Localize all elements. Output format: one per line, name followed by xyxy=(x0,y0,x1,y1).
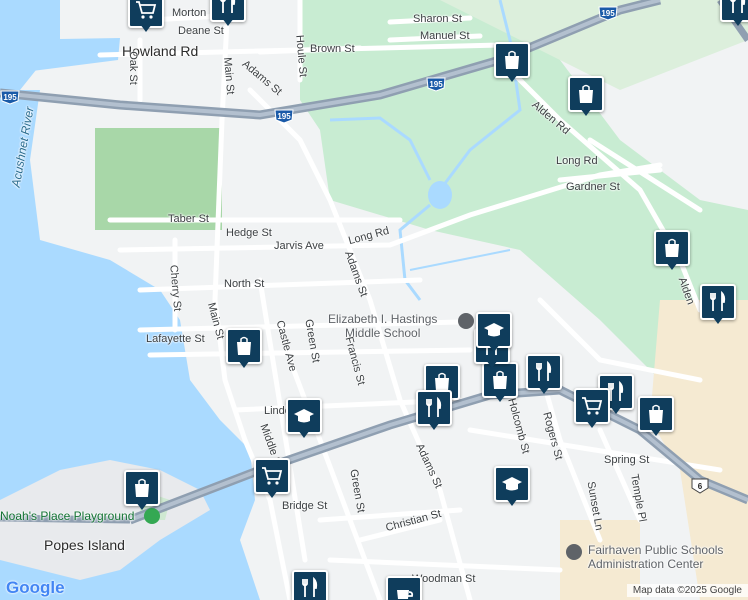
i195-shield-left: 195 xyxy=(274,108,294,124)
restaurant-icon[interactable] xyxy=(720,0,748,28)
street-label-sharon: Sharon St xyxy=(413,13,462,25)
park-label-playground: Noah's Place Playground xyxy=(0,509,135,523)
shopping-cart-icon[interactable] xyxy=(254,458,290,500)
us6-shield: 6 xyxy=(690,478,710,494)
street-label-long-rd-east: Long Rd xyxy=(556,155,598,167)
shopping-bag-icon[interactable] xyxy=(568,76,604,118)
street-label-oak: Oak St xyxy=(126,51,139,85)
i195-shield-west: 195 xyxy=(0,89,20,105)
street-label-brown: Brown St xyxy=(310,43,355,55)
graduation-cap-icon[interactable] xyxy=(494,466,530,508)
shopping-bag-icon[interactable] xyxy=(494,42,530,84)
graduation-cap-icon[interactable] xyxy=(286,398,322,440)
restaurant-icon[interactable] xyxy=(700,284,736,326)
i195-shield-mid: 195 xyxy=(426,76,446,92)
area-label-popes-island: Popes Island xyxy=(44,537,125,553)
shopping-bag-icon[interactable] xyxy=(124,470,160,512)
street-label-spring: Spring St xyxy=(604,454,650,466)
school-icon-hastings[interactable] xyxy=(458,313,474,329)
i195-shield-top: 195 xyxy=(598,5,618,21)
street-label-north: North St xyxy=(224,278,265,290)
restaurant-icon[interactable] xyxy=(292,570,328,600)
coffee-cup-icon[interactable] xyxy=(386,576,422,600)
poi-label-admin-center: Fairhaven Public Schools Administration C… xyxy=(588,543,724,571)
street-label-hedge: Hedge St xyxy=(226,227,272,239)
graduation-cap-icon[interactable] xyxy=(476,312,512,354)
street-label-taber: Taber St xyxy=(168,213,209,225)
restaurant-icon[interactable] xyxy=(210,0,246,28)
shopping-cart-icon[interactable] xyxy=(128,0,164,34)
shopping-cart-icon[interactable] xyxy=(574,388,610,430)
school-icon-admin[interactable] xyxy=(566,544,582,560)
restaurant-icon[interactable] xyxy=(416,390,452,432)
google-logo: Google xyxy=(6,578,65,597)
shopping-bag-icon[interactable] xyxy=(226,328,262,370)
street-label-gardner: Gardner St xyxy=(566,181,620,193)
restaurant-icon[interactable] xyxy=(526,354,562,396)
shopping-bag-icon[interactable] xyxy=(638,396,674,438)
street-label-lafayette: Lafayette St xyxy=(146,333,205,345)
street-label-manuel: Manuel St xyxy=(420,30,470,42)
street-label-morton: Morton xyxy=(172,7,207,19)
street-label-jarvis: Jarvis Ave xyxy=(274,240,324,252)
map-canvas[interactable]: Morton Deane St Sharon St Manuel St Brow… xyxy=(0,0,748,600)
school-label-hastings: Elizabeth I. Hastings Middle School xyxy=(328,312,438,340)
shopping-bag-icon[interactable] xyxy=(654,230,690,272)
map-attribution[interactable]: Map data ©2025 Google xyxy=(626,584,748,597)
street-label-bridge: Bridge St xyxy=(282,500,328,512)
